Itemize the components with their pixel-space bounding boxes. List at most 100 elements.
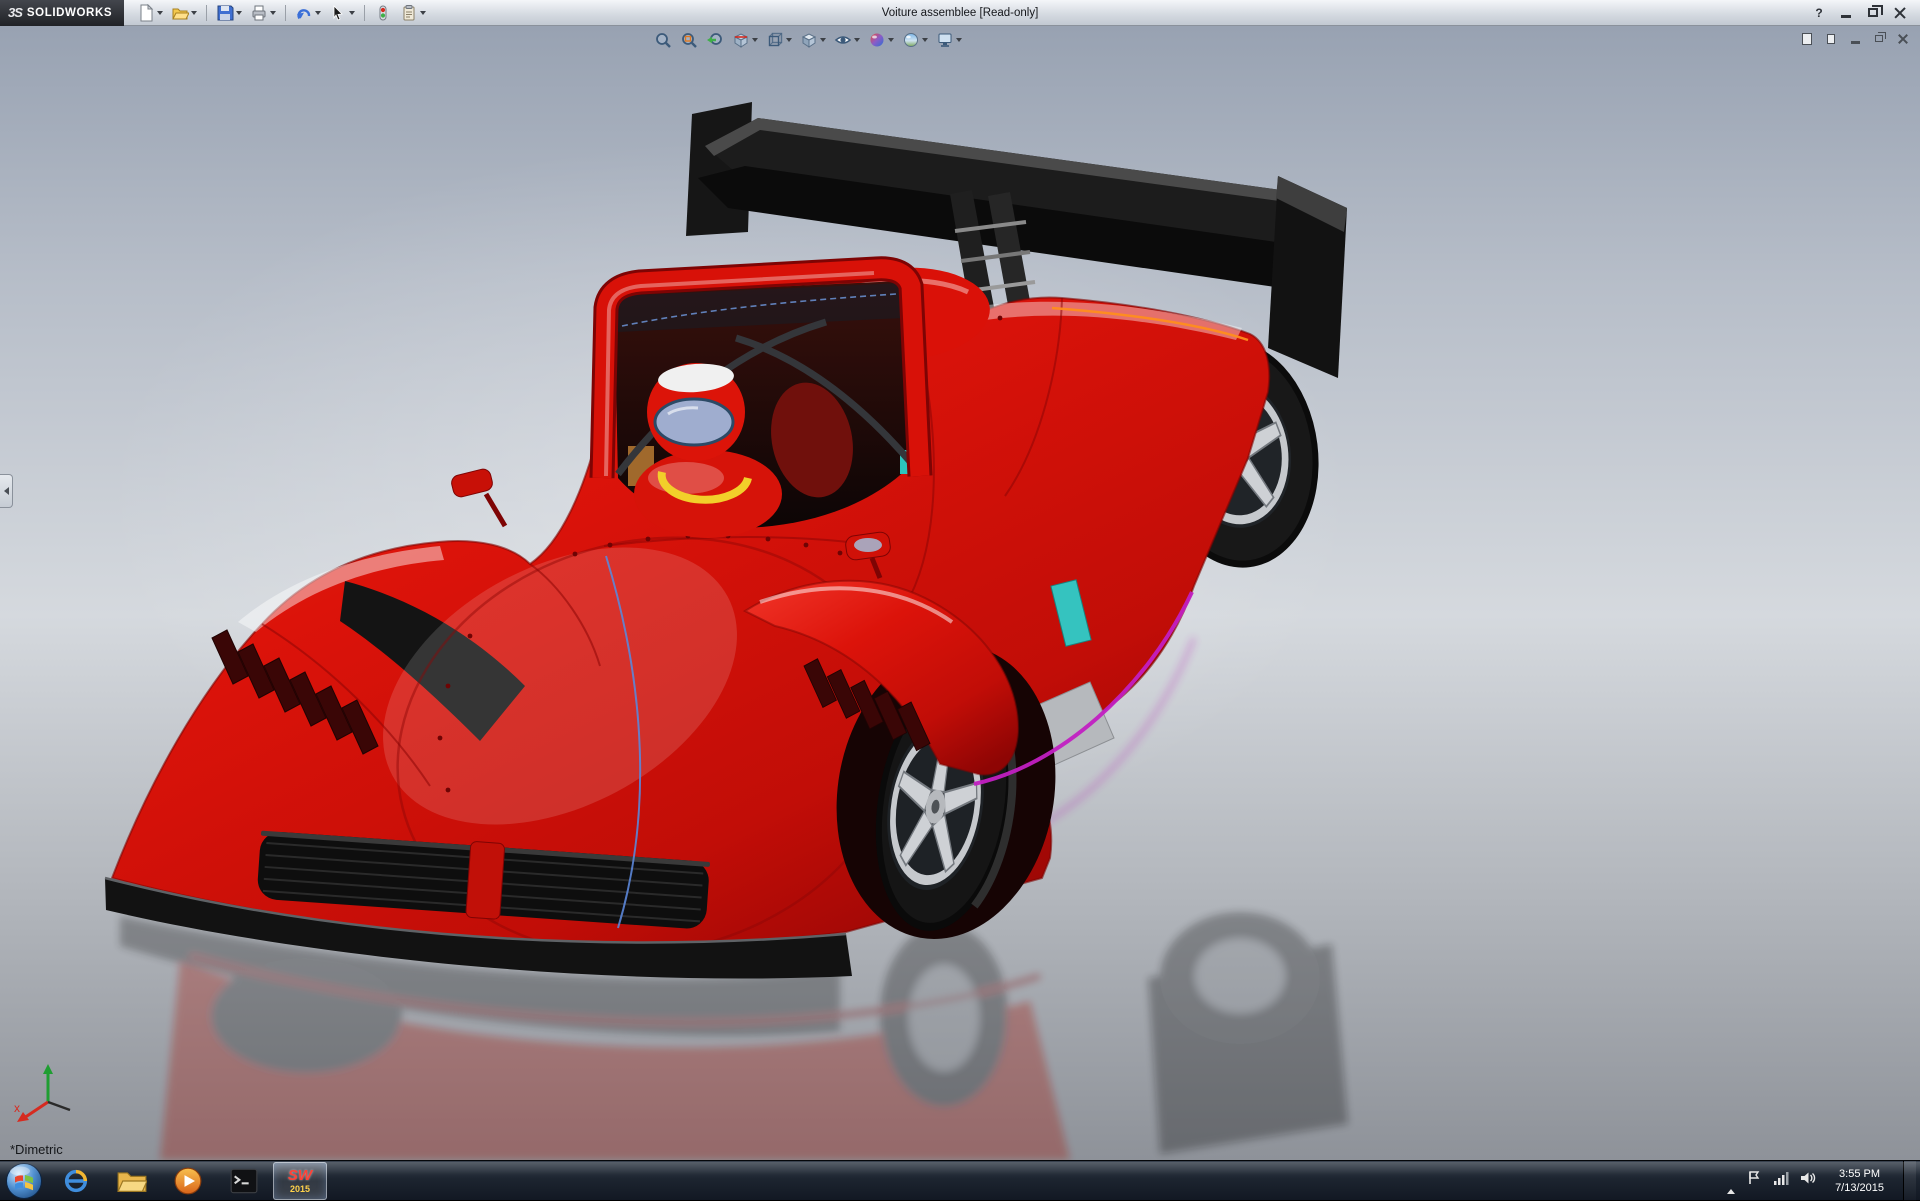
network-button[interactable] — [1773, 1170, 1789, 1191]
view-settings-button[interactable] — [934, 30, 964, 50]
open-document-icon — [171, 4, 189, 22]
action-center-button[interactable] — [1746, 1170, 1762, 1191]
taskbar-media-player[interactable] — [161, 1162, 215, 1200]
select-pointer-button[interactable] — [326, 2, 358, 24]
close-icon — [1894, 7, 1906, 19]
rebuild-button[interactable] — [371, 2, 395, 24]
undo-button[interactable] — [292, 2, 324, 24]
doc-restore-button[interactable] — [1870, 31, 1888, 46]
view-orientation-icon — [766, 31, 784, 49]
view-settings-icon — [936, 31, 954, 49]
start-button[interactable] — [0, 1161, 48, 1201]
dropdown-caret — [157, 11, 163, 15]
view-orientation-label: *Dimetric — [10, 1142, 63, 1157]
minimize-button[interactable] — [1834, 3, 1858, 22]
dropdown-caret — [820, 38, 826, 42]
document-window-controls — [1798, 31, 1912, 46]
dropdown-caret — [315, 11, 321, 15]
doc-minimize-button[interactable] — [1846, 31, 1864, 46]
taskbar-solidworks[interactable]: SW 2015 — [273, 1162, 327, 1200]
dropdown-caret — [752, 38, 758, 42]
hide-show-items-icon — [834, 31, 852, 49]
rebuild-icon — [374, 4, 392, 22]
properties-icon — [400, 4, 418, 22]
toolbar-separator — [364, 5, 365, 21]
main-toolbar — [134, 2, 429, 24]
close-button[interactable] — [1888, 3, 1912, 22]
new-document-button[interactable] — [134, 2, 166, 24]
show-desktop-button[interactable] — [1903, 1161, 1916, 1201]
help-button[interactable]: ? — [1807, 3, 1831, 22]
taskbar-clock[interactable]: 3:55 PM 7/13/2015 — [1827, 1167, 1892, 1195]
system-tray: 3:55 PM 7/13/2015 — [1727, 1161, 1920, 1201]
section-view-icon — [732, 31, 750, 49]
properties-button[interactable] — [397, 2, 429, 24]
hide-show-items-button[interactable] — [832, 30, 862, 50]
new-window-icon — [1802, 33, 1812, 45]
minimize-icon — [1841, 15, 1851, 18]
title-bar: 3S SOLIDWORKS — [0, 0, 1920, 26]
new-window-button[interactable] — [1798, 31, 1816, 46]
doc-close-icon — [1898, 34, 1908, 44]
save-icon — [216, 4, 234, 22]
folder-icon — [117, 1168, 147, 1194]
dropdown-caret — [922, 38, 928, 42]
toolbar-separator — [285, 5, 286, 21]
hidden-icons-button[interactable] — [1727, 1172, 1735, 1190]
section-view-button[interactable] — [730, 30, 760, 50]
dropdown-caret — [349, 11, 355, 15]
feature-panel-collapse-tab[interactable] — [0, 474, 13, 508]
dropdown-caret — [191, 11, 197, 15]
zoom-to-fit-icon — [654, 31, 672, 49]
taskbar-windows-explorer[interactable] — [105, 1162, 159, 1200]
speaker-icon — [1800, 1170, 1816, 1186]
car-assembly-model[interactable] — [0, 26, 1920, 1160]
cascade-windows-icon — [1827, 34, 1835, 44]
doc-close-button[interactable] — [1894, 31, 1912, 46]
graphics-viewport[interactable]: x *Dimetric — [0, 26, 1920, 1160]
clock-time: 3:55 PM — [1835, 1167, 1884, 1181]
taskbar-internet-explorer[interactable] — [49, 1162, 103, 1200]
zoom-to-area-icon — [680, 31, 698, 49]
clock-date: 7/13/2015 — [1835, 1181, 1884, 1195]
heads-up-view-toolbar — [652, 30, 964, 50]
dropdown-caret — [236, 11, 242, 15]
cascade-windows-button[interactable] — [1822, 31, 1840, 46]
orientation-triad: x — [12, 1060, 86, 1134]
solidworks-taskbar-icon: SW 2015 — [288, 1168, 312, 1194]
doc-restore-icon — [1875, 35, 1883, 42]
media-player-icon — [174, 1167, 202, 1195]
driver-torso — [634, 450, 782, 538]
dropdown-caret — [786, 38, 792, 42]
zoom-to-fit-button[interactable] — [652, 30, 674, 50]
3ds-logo: 3S — [8, 5, 22, 20]
dropdown-caret — [270, 11, 276, 15]
window-controls: ? — [1807, 3, 1920, 22]
previous-view-button[interactable] — [704, 30, 726, 50]
volume-button[interactable] — [1800, 1170, 1816, 1191]
view-orientation-button[interactable] — [764, 30, 794, 50]
select-pointer-icon — [329, 4, 347, 22]
internet-explorer-icon — [62, 1167, 90, 1195]
save-button[interactable] — [213, 2, 245, 24]
previous-view-icon — [706, 31, 724, 49]
left-mirror[interactable] — [450, 467, 505, 526]
print-button[interactable] — [247, 2, 279, 24]
restore-button[interactable] — [1861, 3, 1885, 22]
command-prompt-icon — [230, 1167, 258, 1195]
taskbar-command-prompt[interactable] — [217, 1162, 271, 1200]
print-icon — [250, 4, 268, 22]
flag-icon — [1746, 1170, 1762, 1186]
open-document-button[interactable] — [168, 2, 200, 24]
edit-appearance-button[interactable] — [866, 30, 896, 50]
network-icon — [1773, 1170, 1789, 1186]
solidworks-window: 3S SOLIDWORKS — [0, 0, 1920, 1200]
display-style-button[interactable] — [798, 30, 828, 50]
start-orb-icon — [5, 1162, 43, 1200]
edit-appearance-icon — [868, 31, 886, 49]
apply-scene-icon — [902, 31, 920, 49]
apply-scene-button[interactable] — [900, 30, 930, 50]
zoom-to-area-button[interactable] — [678, 30, 700, 50]
brand-name: SOLIDWORKS — [27, 7, 112, 19]
doc-minimize-icon — [1851, 41, 1860, 44]
